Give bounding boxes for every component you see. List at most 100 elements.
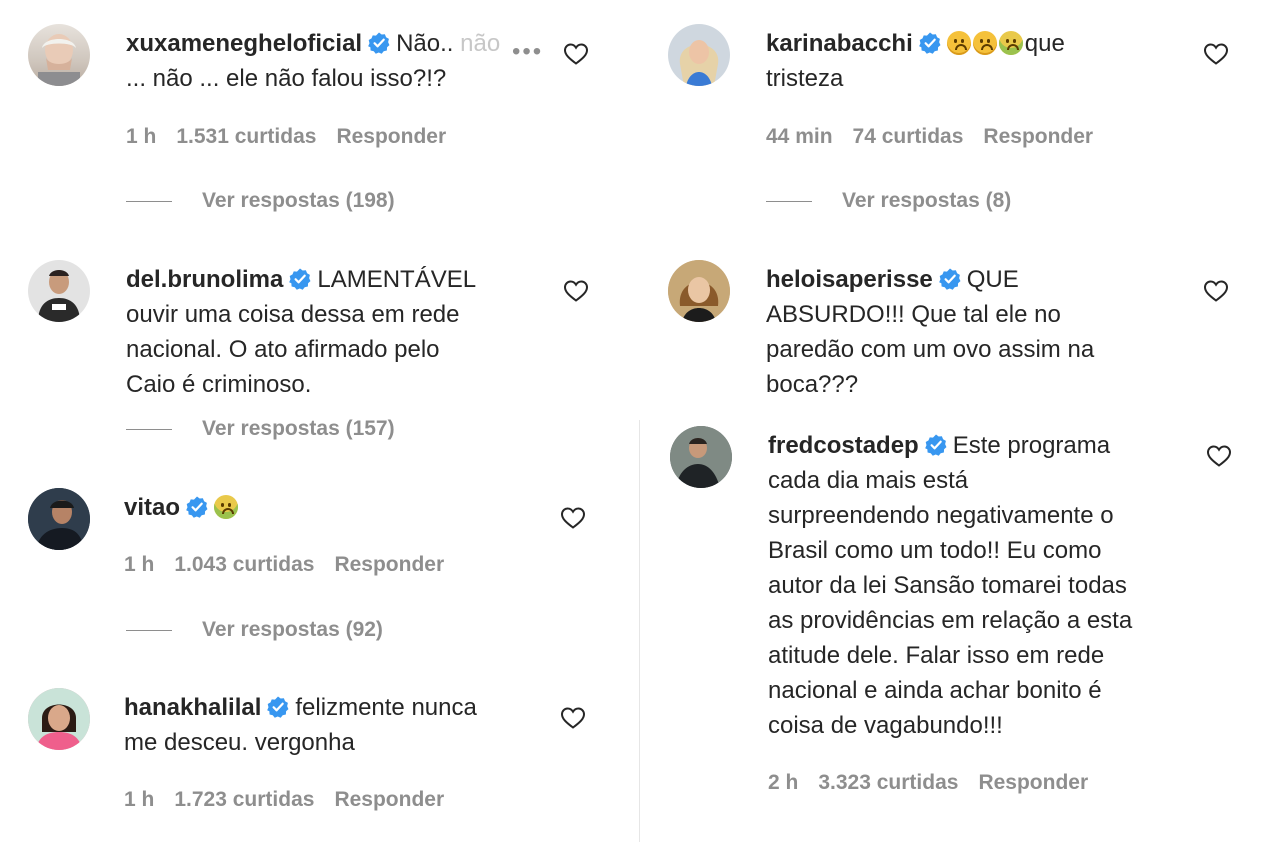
view-replies-label[interactable]: Ver respostas (157) <box>202 417 395 440</box>
avatar-photo <box>38 34 80 86</box>
username[interactable]: fredcostadep <box>768 432 919 459</box>
username[interactable]: heloisaperisse <box>766 266 933 293</box>
timestamp: 1 h <box>126 125 157 148</box>
view-replies-button[interactable]: Ver respostas (8) <box>766 189 1011 213</box>
verified-badge-icon <box>368 32 390 54</box>
comment-text-line: felizmente nunca <box>295 694 477 721</box>
reply-button[interactable]: Responder <box>983 125 1093 148</box>
verified-badge-icon <box>186 496 208 518</box>
comment-meta: 1 h 1.723 curtidas Responder <box>124 788 464 812</box>
sad-face-emoji-icon <box>946 31 971 55</box>
avatar-photo <box>28 488 90 550</box>
comment-text-line: boca??? <box>766 371 859 398</box>
heart-icon[interactable] <box>560 706 586 730</box>
avatar-photo <box>28 688 90 750</box>
comment-text-line: tristeza <box>766 65 844 92</box>
comment-text-line: me desceu. vergonha <box>124 729 355 756</box>
username[interactable]: karinabacchi <box>766 30 913 57</box>
comment-meta: 1 h 1.043 curtidas Responder <box>124 553 464 577</box>
timestamp: 2 h <box>768 771 799 794</box>
likes-count[interactable]: 3.323 curtidas <box>818 771 958 794</box>
comment-text-line: autor da lei Sansão tomarei todas <box>768 572 1127 599</box>
reply-button[interactable]: Responder <box>978 771 1088 794</box>
comment-text: hanakhalilal felizmente nunca me desceu. … <box>124 690 554 760</box>
avatar[interactable] <box>668 260 730 322</box>
reply-button[interactable]: Responder <box>334 553 444 576</box>
heart-icon[interactable] <box>563 42 589 66</box>
avatar-photo <box>38 270 80 322</box>
replies-line <box>766 200 812 202</box>
comment-meta: 44 min 74 curtidas Responder <box>766 125 1113 149</box>
replies-line <box>126 428 172 430</box>
reply-button[interactable]: Responder <box>336 125 446 148</box>
heart-icon[interactable] <box>1206 444 1232 468</box>
view-replies-button[interactable]: Ver respostas (157) <box>126 417 395 441</box>
comment-text-line: cada dia mais está <box>768 467 969 494</box>
comment-text-line: Caio é criminoso. <box>126 371 312 398</box>
comment-text-line: as providências em relação a esta <box>768 607 1133 634</box>
reply-button[interactable]: Responder <box>334 788 444 811</box>
comment-text-faded: não <box>460 30 501 57</box>
view-replies-label[interactable]: Ver respostas (92) <box>202 618 383 641</box>
likes-count[interactable]: 1.531 curtidas <box>176 125 316 148</box>
comment-text-line: surpreendendo negativamente o <box>768 502 1114 529</box>
replies-line <box>126 200 172 202</box>
comment-meta: 1 h 1.531 curtidas Responder <box>126 125 466 149</box>
verified-badge-icon <box>925 434 947 456</box>
sad-face-emoji-icon <box>972 31 997 55</box>
username[interactable]: xuxamenegheloficial <box>126 30 362 57</box>
heart-icon[interactable] <box>563 279 589 303</box>
timestamp: 1 h <box>124 788 155 811</box>
username[interactable]: vitao <box>124 494 180 521</box>
comment-text: karinabacchi que tristeza <box>766 26 1166 96</box>
heart-icon[interactable] <box>560 506 586 530</box>
heart-icon[interactable] <box>1203 42 1229 66</box>
comment-text-line: ABSURDO!!! Que tal ele no <box>766 301 1061 328</box>
avatar[interactable] <box>28 260 90 322</box>
view-replies-label[interactable]: Ver respostas (8) <box>842 189 1011 212</box>
likes-count[interactable]: 1.723 curtidas <box>174 788 314 811</box>
view-replies-button[interactable]: Ver respostas (92) <box>126 618 383 642</box>
avatar[interactable] <box>670 426 732 488</box>
avatar[interactable] <box>28 488 90 550</box>
verified-badge-icon <box>289 268 311 290</box>
comment-text-line: nacional e ainda achar bonito é <box>768 677 1102 704</box>
comment-text-line: ouvir uma coisa dessa em rede <box>126 301 460 328</box>
comment-text-line: Não.. <box>396 30 454 57</box>
comment-text-line: LAMENTÁVEL <box>317 266 477 293</box>
avatar-photo <box>668 260 730 322</box>
comment-text: fredcostadep Este programa cada dia mais … <box>768 428 1188 743</box>
comment-meta: 2 h 3.323 curtidas Responder <box>768 771 1108 795</box>
avatar[interactable] <box>28 24 90 86</box>
verified-badge-icon <box>267 696 289 718</box>
comment-text: vitao <box>124 490 544 525</box>
comment-text-line: Brasil como um todo!! Eu como <box>768 537 1102 564</box>
timestamp: 1 h <box>124 553 155 576</box>
avatar-photo <box>670 426 732 488</box>
more-options-icon[interactable]: ••• <box>512 38 543 66</box>
comment-text-line: ... não ... ele não falou isso?!? <box>126 65 447 92</box>
avatar[interactable] <box>28 688 90 750</box>
comment-text-line: nacional. O ato afirmado pelo <box>126 336 440 363</box>
heart-icon[interactable] <box>1203 279 1229 303</box>
verified-badge-icon <box>919 32 941 54</box>
username[interactable]: del.brunolima <box>126 266 283 293</box>
sad-face-emoji-icon <box>998 31 1023 55</box>
likes-count[interactable]: 1.043 curtidas <box>174 553 314 576</box>
replies-line <box>126 629 172 631</box>
comment-text: xuxamenegheloficial Não.. não ... não ...… <box>126 26 546 96</box>
comment-text-line: paredão com um ovo assim na <box>766 336 1095 363</box>
comment-text-line: Este programa <box>952 432 1111 459</box>
view-replies-button[interactable]: Ver respostas (198) <box>126 189 395 213</box>
verified-badge-icon <box>939 268 961 290</box>
view-replies-label[interactable]: Ver respostas (198) <box>202 189 395 212</box>
sick-face-emoji-icon <box>214 495 239 519</box>
comment-text-line: atitude dele. Falar isso em rede <box>768 642 1105 669</box>
comment-text-line: que <box>1024 30 1065 57</box>
column-divider <box>639 420 640 842</box>
avatar[interactable] <box>668 24 730 86</box>
likes-count[interactable]: 74 curtidas <box>853 125 964 148</box>
username[interactable]: hanakhalilal <box>124 694 261 721</box>
comment-text: heloisaperisse QUE ABSURDO!!! Que tal ele… <box>766 262 1186 402</box>
comment-text-line: QUE <box>966 266 1019 293</box>
